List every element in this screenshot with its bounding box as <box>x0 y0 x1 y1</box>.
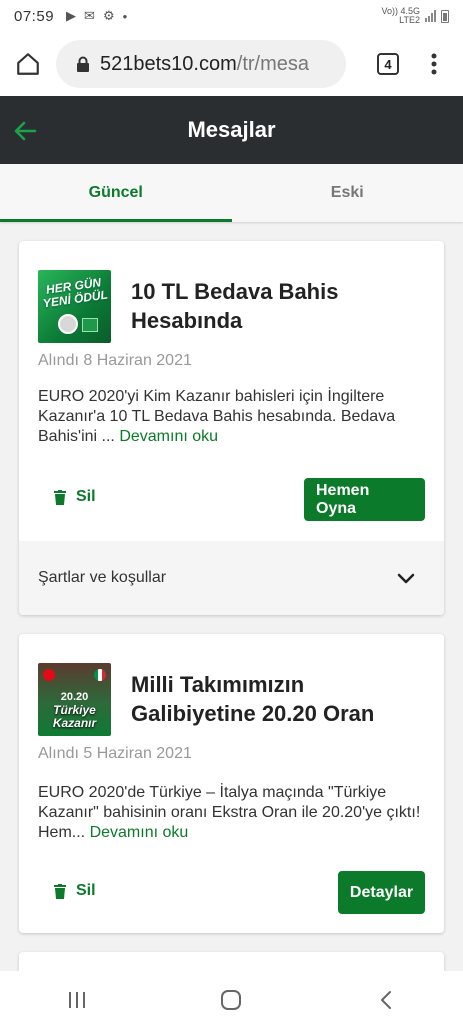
page-title: Mesajlar <box>187 117 276 142</box>
network-label-2: LTE2 <box>399 15 420 25</box>
delete-label: Sil <box>76 882 96 899</box>
more-vert-icon <box>431 53 437 75</box>
back-button[interactable] <box>10 116 40 146</box>
message-date: Alındı 8 Haziran 2021 <box>38 352 192 369</box>
message-body: EURO 2020'de Türkiye – İtalya maçında "T… <box>38 783 430 843</box>
thumb-text-2: Kazanır <box>52 716 97 730</box>
play-now-button[interactable]: Hemen Oyna <box>304 478 425 521</box>
status-bar: 07:59 ▶ ✉ ⚙ • Vo)) 4.5G LTE2 <box>0 0 463 32</box>
tabs-icon: 4 <box>377 53 399 75</box>
delete-label: Sil <box>76 488 96 505</box>
status-time: 07:59 <box>14 7 55 25</box>
home-circle-icon <box>221 990 242 1010</box>
status-notification-icons: ▶ ✉ ⚙ • <box>66 8 127 24</box>
details-button[interactable]: Detaylar <box>338 871 425 914</box>
signal-icon <box>425 10 436 22</box>
trash-icon <box>54 883 66 899</box>
tab-count: 4 <box>384 56 392 72</box>
promo-thumbnail: 20.20 Türkiye Kazanır <box>38 663 111 736</box>
message-date: Alındı 5 Haziran 2021 <box>38 745 192 762</box>
home-button[interactable] <box>0 32 56 96</box>
promo-thumbnail: HER GÜN YENİ ÖDÜL <box>38 270 111 343</box>
message-icon: ✉ <box>84 8 95 23</box>
trash-icon <box>54 489 66 505</box>
dot-icon: • <box>122 8 128 24</box>
browser-menu-button[interactable] <box>412 32 456 96</box>
settings-icon: ⚙ <box>102 8 115 23</box>
message-card: 20.20 Türkiye Kazanır Milli Takımımızın … <box>19 634 444 933</box>
browser-toolbar: 521bets10.com/tr/mesa 4 <box>0 32 463 96</box>
battery-icon <box>441 9 449 23</box>
delete-button[interactable]: Sil <box>54 488 96 506</box>
back-chevron-icon <box>380 991 391 1009</box>
url-host: 521bets10.com <box>100 52 237 75</box>
url-path: /tr/mesa <box>236 52 310 75</box>
terms-accordion[interactable]: Şartlar ve koşullar <box>19 541 444 615</box>
message-body: EURO 2020'yi Kim Kazanır bahisleri için … <box>38 387 430 447</box>
delete-button[interactable]: Sil <box>54 882 96 900</box>
back-arrow-icon <box>14 121 37 141</box>
chevron-down-icon <box>397 573 415 584</box>
lock-icon <box>76 56 90 72</box>
gift-graphic <box>58 314 78 334</box>
url-field[interactable]: 521bets10.com/tr/mesa <box>56 40 346 88</box>
app-header: Mesajlar <box>0 96 463 164</box>
read-more-link[interactable]: Devamını oku <box>119 428 218 445</box>
tabs-button[interactable]: 4 <box>364 32 412 96</box>
status-right: Vo)) 4.5G LTE2 <box>381 7 449 25</box>
system-nav-bar <box>0 971 463 1029</box>
message-card: HER GÜN YENİ ÖDÜL 10 TL Bedava Bahis Hes… <box>19 241 444 615</box>
message-title: 10 TL Bedava Bahis Hesabında <box>131 279 339 333</box>
thumb-odds: 20.20 <box>60 691 89 703</box>
play-icon: ▶ <box>66 8 77 23</box>
tab-current[interactable]: Güncel <box>0 164 232 222</box>
tab-bar: Güncel Eski <box>0 164 463 222</box>
recent-apps-icon <box>69 992 86 1008</box>
home-nav-button[interactable] <box>201 980 261 1020</box>
home-icon <box>17 53 39 75</box>
terms-label: Şartlar ve koşullar <box>38 569 167 586</box>
back-nav-button[interactable] <box>356 980 416 1020</box>
read-more-link[interactable]: Devamını oku <box>90 824 189 841</box>
message-title: Milli Takımımızın Galibiyetine 20.20 Ora… <box>131 672 375 726</box>
recent-apps-button[interactable] <box>47 980 107 1020</box>
tab-old[interactable]: Eski <box>232 164 463 222</box>
